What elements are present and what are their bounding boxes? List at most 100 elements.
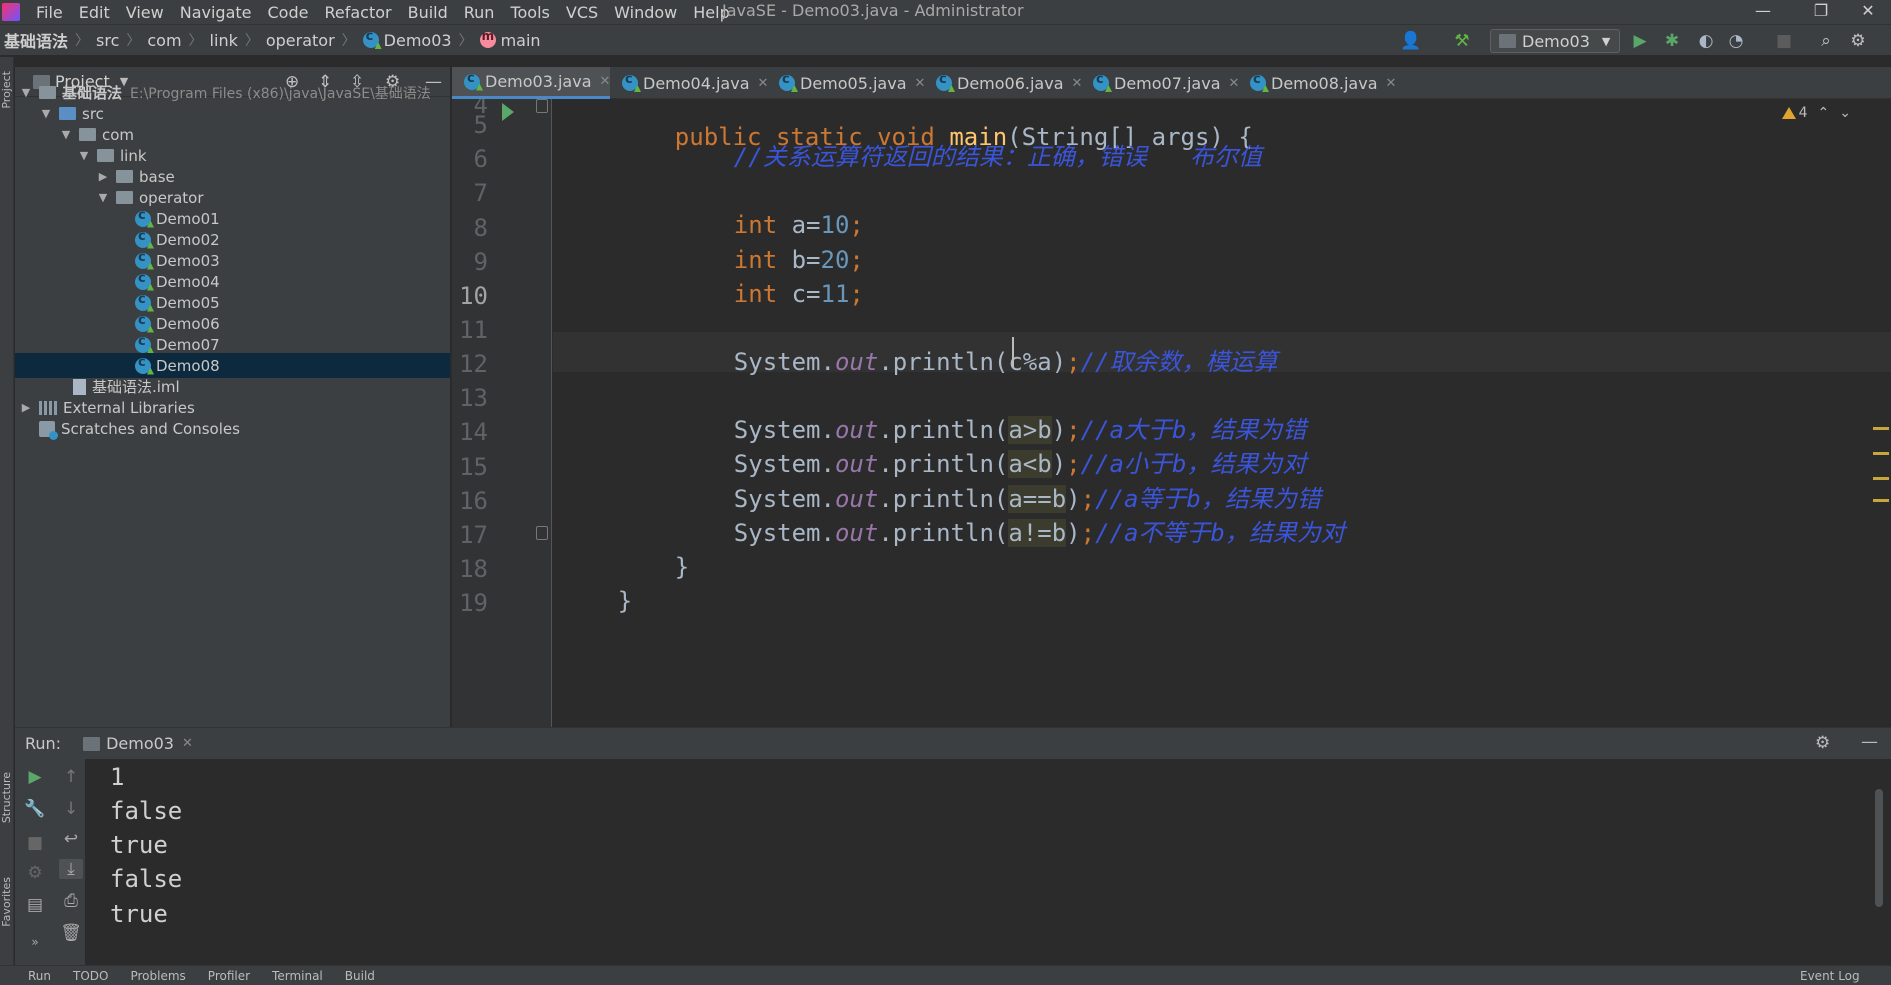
rerun-icon[interactable]: ▶ xyxy=(23,767,47,787)
code-line-11: System.out.println(c%a);//取余数，模运算 xyxy=(676,311,1278,376)
restore-button[interactable]: ❐ xyxy=(1798,0,1844,24)
close-icon[interactable]: ✕ xyxy=(1386,76,1397,91)
tab-label: Demo08.java xyxy=(1271,73,1378,93)
menu-file[interactable]: File xyxy=(28,3,71,22)
favorites-stripe-button[interactable]: Favorites xyxy=(0,877,13,927)
fold-marker-icon[interactable] xyxy=(536,99,548,113)
profiler-tool-button[interactable]: Profiler xyxy=(208,969,250,983)
menu-window[interactable]: Window xyxy=(606,3,685,22)
debug-icon[interactable]: ✱ xyxy=(1662,31,1682,51)
minimize-button[interactable]: — xyxy=(1740,0,1786,24)
console-scrollbar[interactable] xyxy=(1875,789,1883,907)
breadcrumb-operator[interactable]: operator xyxy=(266,31,335,50)
stop-icon[interactable]: ■ xyxy=(23,833,47,853)
java-class-icon xyxy=(135,334,151,353)
close-icon[interactable]: ✕ xyxy=(182,736,193,751)
terminal-tool-button[interactable]: Terminal xyxy=(272,969,323,983)
structure-stripe-button[interactable]: Structure xyxy=(0,772,13,823)
build-tool-button[interactable]: Build xyxy=(345,969,375,983)
hide-panel-icon[interactable]: — xyxy=(1861,732,1878,752)
settings-gear-icon[interactable]: ⚙ xyxy=(1848,31,1868,51)
chevron-down-icon[interactable]: ▼ xyxy=(19,86,33,99)
down-arrow-icon[interactable]: ↓ xyxy=(59,799,83,819)
coverage-icon[interactable]: ◐ xyxy=(1696,31,1716,51)
previous-highlight-icon[interactable]: ⌃ xyxy=(1818,105,1830,121)
settings-gear-icon[interactable]: ⚙ xyxy=(1815,733,1830,753)
run-gutter-icon[interactable] xyxy=(502,103,514,121)
up-arrow-icon[interactable]: ↑ xyxy=(59,767,83,787)
chevron-down-icon[interactable]: ▼ xyxy=(77,149,91,162)
fold-marker-icon[interactable] xyxy=(536,526,548,540)
add-user-icon[interactable]: 👤 xyxy=(1400,31,1421,51)
module-folder-icon xyxy=(39,86,56,99)
layout-icon[interactable]: ▤ xyxy=(23,895,47,915)
trash-icon[interactable]: 🗑 xyxy=(59,923,83,943)
close-icon[interactable]: ✕ xyxy=(600,74,611,89)
chevron-down-icon[interactable]: ▼ xyxy=(96,191,110,204)
tab-demo03[interactable]: Demo03.java ✕ xyxy=(452,67,610,99)
menu-vcs[interactable]: VCS xyxy=(558,3,606,22)
menu-run[interactable]: Run xyxy=(456,3,503,22)
breadcrumb-com[interactable]: com xyxy=(147,31,181,50)
console-output[interactable]: 1 false true false true xyxy=(85,759,1891,965)
breadcrumb-src[interactable]: src xyxy=(96,31,119,50)
soft-wrap-icon[interactable]: ↩ xyxy=(59,829,83,849)
chevron-down-icon[interactable]: ▼ xyxy=(39,107,53,120)
close-button[interactable]: ✕ xyxy=(1845,0,1891,24)
run-icon[interactable]: ▶ xyxy=(1630,31,1650,51)
stop-icon[interactable]: ■ xyxy=(1774,31,1794,51)
menu-edit[interactable]: Edit xyxy=(71,3,118,22)
comment-token: //a不等于b，结果为对 xyxy=(1095,519,1345,547)
tab-demo04[interactable]: Demo04.java ✕ xyxy=(610,67,768,99)
warning-stripe-mark[interactable] xyxy=(1873,427,1889,430)
breadcrumb-class[interactable]: Demo03 xyxy=(362,29,452,50)
code-editor[interactable]: 4 5 6 7 8 9 10 11 12 13 14 15 16 17 18 1… xyxy=(452,99,1891,727)
menu-code[interactable]: Code xyxy=(260,3,317,22)
chevron-down-icon[interactable]: ▼ xyxy=(59,128,73,141)
search-icon[interactable]: ⌕ xyxy=(1816,31,1836,51)
code-line-13: System.out.println(a>b);//a大于b，结果为错 xyxy=(676,379,1306,444)
problems-tool-button[interactable]: Problems xyxy=(130,969,185,983)
more-icon[interactable]: » xyxy=(23,935,47,949)
warning-stripe-mark[interactable] xyxy=(1873,452,1889,455)
breadcrumb-link[interactable]: link xyxy=(210,31,238,50)
semicolon-token: ; xyxy=(1080,519,1096,547)
menu-build[interactable]: Build xyxy=(400,3,456,22)
print-icon[interactable]: ⎙ xyxy=(59,891,83,911)
next-highlight-icon[interactable]: ⌄ xyxy=(1839,105,1851,121)
chevron-right-icon[interactable]: ▶ xyxy=(19,401,33,414)
warning-count[interactable]: 4 xyxy=(1781,105,1808,121)
menu-navigate[interactable]: Navigate xyxy=(172,3,260,22)
run-tab-demo03[interactable]: Demo03 ✕ xyxy=(83,734,193,753)
breadcrumb-method[interactable]: main xyxy=(479,29,541,50)
breadcrumb-module[interactable]: 基础语法 xyxy=(4,28,68,52)
inspection-widget[interactable]: 4 ⌃ ⌄ xyxy=(1781,105,1851,121)
project-stripe-button[interactable]: Project xyxy=(0,71,13,109)
profile-icon[interactable]: ◔ xyxy=(1726,31,1746,51)
run-tool-button[interactable]: Run xyxy=(28,969,51,983)
event-log-button[interactable]: Event Log xyxy=(1800,969,1860,983)
tab-demo05[interactable]: Demo05.java ✕ xyxy=(767,67,925,99)
tab-demo08[interactable]: Demo08.java ✕ xyxy=(1238,67,1397,99)
dump-threads-icon[interactable]: ⚙ xyxy=(23,863,47,883)
todo-tool-button[interactable]: TODO xyxy=(73,969,108,983)
scroll-to-end-icon[interactable]: ⤓ xyxy=(59,859,83,879)
tree-item-label: Demo04 xyxy=(156,272,220,291)
menu-view[interactable]: View xyxy=(118,3,172,22)
editor-scrollbar[interactable] xyxy=(1873,99,1891,727)
tab-demo07[interactable]: Demo07.java ✕ xyxy=(1081,67,1239,99)
tree-item-label: Demo07 xyxy=(156,335,220,354)
java-class-icon xyxy=(135,355,151,374)
warning-stripe-mark[interactable] xyxy=(1873,477,1889,480)
wrench-icon[interactable]: 🔧 xyxy=(23,799,47,819)
text-caret xyxy=(1012,337,1014,367)
tree-item-scratches[interactable]: Scratches and Consoles xyxy=(15,416,450,441)
build-hammer-icon[interactable]: ⚒ xyxy=(1452,31,1472,51)
menu-refactor[interactable]: Refactor xyxy=(316,3,399,22)
tab-label: Demo03.java xyxy=(485,72,592,91)
warning-stripe-mark[interactable] xyxy=(1873,499,1889,502)
tab-demo06[interactable]: Demo06.java ✕ xyxy=(924,67,1082,99)
menu-tools[interactable]: Tools xyxy=(502,3,557,22)
run-configuration-select[interactable]: Demo03 ▼ xyxy=(1490,29,1620,53)
chevron-right-icon[interactable]: ▶ xyxy=(96,170,110,183)
